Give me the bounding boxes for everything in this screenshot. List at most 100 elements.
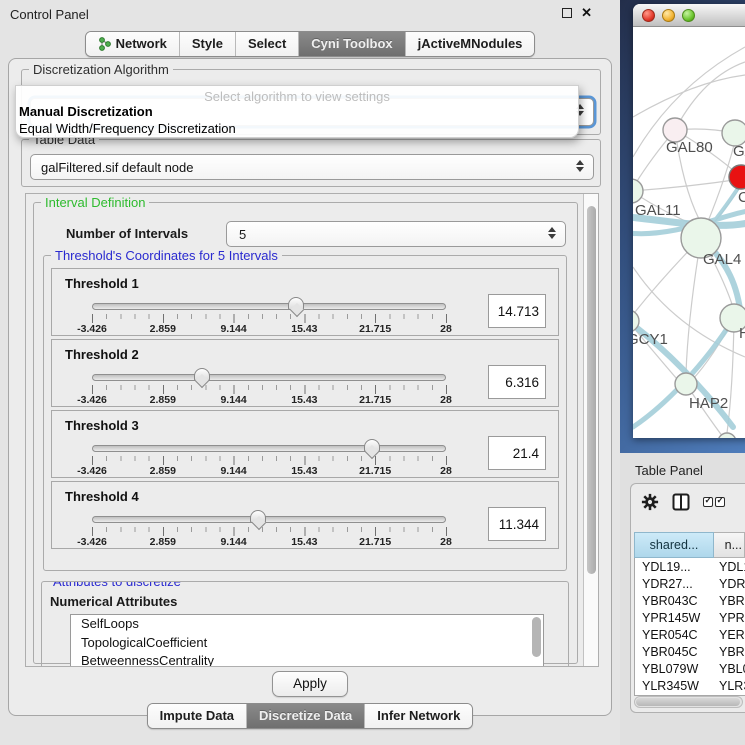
popup-option-equal-width-frequency[interactable]: Equal Width/Frequency Discretization xyxy=(19,121,236,136)
threshold-1-row: Threshold 1 -3.4262.8599.14415.4321.7152… xyxy=(51,268,559,336)
numerical-attributes-list[interactable]: SelfLoops TopologicalCoefficient Between… xyxy=(70,614,544,667)
table-row[interactable]: YER054CYER0... xyxy=(635,626,745,643)
popup-option-manual-discretization[interactable]: Manual Discretization xyxy=(19,104,153,119)
table-row[interactable]: YBL079WYBL0... xyxy=(635,660,745,677)
slider-tick-label: 15.43 xyxy=(291,465,317,477)
slider-thumb[interactable] xyxy=(194,368,210,381)
list-item-selfloops[interactable]: SelfLoops xyxy=(71,615,543,634)
slider-track[interactable] xyxy=(92,374,446,381)
scrollbar-thumb[interactable] xyxy=(587,206,596,574)
table-horizontal-scrollbar[interactable] xyxy=(634,696,743,708)
tab-cyni-toolbox[interactable]: Cyni Toolbox xyxy=(298,32,404,56)
table-row[interactable]: YPR145WYPR1... xyxy=(635,609,745,626)
threshold-3-value-field[interactable]: 21.4 xyxy=(488,436,546,470)
network-canvas[interactable]: GAL80 GA C GAL11 GAL4 GCY1 H HAP2 xyxy=(633,27,745,438)
threshold-4-slider[interactable]: -3.4262.8599.14415.4321.71528 xyxy=(92,510,446,548)
close-panel-icon[interactable]: ✕ xyxy=(581,8,592,18)
interval-definition-group: Interval Definition Number of Intervals … xyxy=(33,202,578,664)
interval-definition-group-title: Interval Definition xyxy=(41,195,149,210)
split-columns-icon[interactable] xyxy=(672,493,690,511)
table-panel-title: Table Panel xyxy=(635,463,703,478)
node-hap2[interactable] xyxy=(675,373,697,395)
gear-icon[interactable] xyxy=(641,493,659,511)
select-columns-icon[interactable] xyxy=(703,497,725,507)
threshold-1-value-field[interactable]: 14.713 xyxy=(488,294,546,328)
numerical-attributes-label: Numerical Attributes xyxy=(50,594,177,609)
list-scrollbar[interactable] xyxy=(532,617,541,657)
settings-vertical-scrollbar[interactable] xyxy=(583,194,598,666)
table-row[interactable]: YBR043CYBR0... xyxy=(635,592,745,609)
slider-thumb[interactable] xyxy=(250,510,266,523)
network-graph: GAL80 GA C GAL11 GAL4 GCY1 H HAP2 xyxy=(633,27,745,438)
tab-style[interactable]: Style xyxy=(179,32,235,56)
slider-tick-label: -3.426 xyxy=(77,536,107,548)
slider-scale-labels: -3.4262.8599.14415.4321.71528 xyxy=(92,536,446,548)
table-toolbar xyxy=(641,493,725,511)
label-c-partial: C xyxy=(738,189,745,206)
slider-major-ticks xyxy=(92,456,447,465)
slider-track[interactable] xyxy=(92,445,446,452)
tab-jactivemnodules[interactable]: jActiveMNodules xyxy=(405,32,535,56)
label-gal4: GAL4 xyxy=(703,251,741,268)
threshold-2-label: Threshold 2 xyxy=(65,347,139,362)
apply-button[interactable]: Apply xyxy=(272,671,348,697)
slider-major-ticks xyxy=(92,314,447,323)
tab-infer-network[interactable]: Infer Network xyxy=(364,704,472,728)
threshold-4-label: Threshold 4 xyxy=(65,489,139,504)
control-panel-titlebar: Control Panel ✕ xyxy=(0,0,620,28)
zoom-window-icon[interactable] xyxy=(682,9,695,22)
threshold-4-value-field[interactable]: 11.344 xyxy=(488,507,546,541)
threshold-3-slider[interactable]: -3.4262.8599.14415.4321.71528 xyxy=(92,439,446,477)
cyni-toolbox-panel: Discretization Algorithm Select algorith… xyxy=(8,58,612,716)
slider-tick-label: 28 xyxy=(440,394,452,406)
table-body[interactable]: YDL19...YDL1... YDR27...YDR2... YBR043CY… xyxy=(634,558,745,696)
table-data-combobox[interactable]: galFiltered.sif default node xyxy=(30,154,594,180)
slider-thumb[interactable] xyxy=(364,439,380,452)
tab-network[interactable]: Network xyxy=(86,32,179,56)
table-panel: Table Panel shar xyxy=(620,453,745,745)
list-item-topologicalcoefficient[interactable]: TopologicalCoefficient xyxy=(71,634,543,653)
table-data-selected-value: galFiltered.sif default node xyxy=(41,160,193,175)
number-of-intervals-spinner[interactable]: 5 xyxy=(226,221,566,247)
tab-network-label: Network xyxy=(116,36,167,51)
slider-tick-label: 21.715 xyxy=(359,465,391,477)
list-item-betweennesscentrality[interactable]: BetweennessCentrality xyxy=(71,652,543,667)
table-row[interactable]: YDL19...YDL1... xyxy=(635,558,745,575)
close-window-icon[interactable] xyxy=(642,9,655,22)
table-row[interactable]: YLR345WYLR3... xyxy=(635,677,745,694)
slider-track[interactable] xyxy=(92,303,446,310)
attributes-group-title: Attributes to discretize xyxy=(49,581,185,589)
spinner-arrows-icon xyxy=(548,227,556,239)
threshold-2-value-field[interactable]: 6.316 xyxy=(488,365,546,399)
number-of-intervals-value: 5 xyxy=(239,227,246,242)
tab-select[interactable]: Select xyxy=(235,32,298,56)
float-panel-icon[interactable] xyxy=(562,8,572,18)
node-table-card: shared... n... YDL19...YDL1... YDR27...Y… xyxy=(630,483,745,713)
network-window-titlebar[interactable] xyxy=(633,4,745,27)
slider-tick-label: 2.859 xyxy=(150,536,176,548)
tab-impute-data[interactable]: Impute Data xyxy=(148,704,246,728)
column-header-shared-name[interactable]: shared... xyxy=(634,532,714,558)
threshold-2-slider[interactable]: -3.4262.8599.14415.4321.71528 xyxy=(92,368,446,406)
threshold-2-row: Threshold 2 -3.4262.8599.14415.4321.7152… xyxy=(51,339,559,407)
table-row[interactable]: YDR27...YDR2... xyxy=(635,575,745,592)
bottom-tabstrip: Impute Data Discretize Data Infer Networ… xyxy=(0,703,620,729)
threshold-1-slider[interactable]: -3.4262.8599.14415.4321.71528 xyxy=(92,297,446,335)
slider-track[interactable] xyxy=(92,516,446,523)
scrollbar-thumb[interactable] xyxy=(636,698,740,706)
slider-tick-label: 9.144 xyxy=(220,536,246,548)
node-gal11[interactable] xyxy=(633,179,643,203)
slider-tick-label: 9.144 xyxy=(220,394,246,406)
slider-tick-label: -3.426 xyxy=(77,323,107,335)
minimize-window-icon[interactable] xyxy=(662,9,675,22)
slider-thumb[interactable] xyxy=(288,297,304,310)
slider-tick-label: 28 xyxy=(440,465,452,477)
tab-discretize-data[interactable]: Discretize Data xyxy=(246,704,364,728)
table-row[interactable]: YBR045CYBR0... xyxy=(635,643,745,660)
network-window[interactable]: GAL80 GA C GAL11 GAL4 GCY1 H HAP2 xyxy=(633,4,745,438)
threshold-4-row: Threshold 4 -3.4262.8599.14415.4321.7152… xyxy=(51,481,559,549)
column-header-name[interactable]: n... xyxy=(714,532,745,558)
slider-major-ticks xyxy=(92,385,447,394)
number-of-intervals-label: Number of Intervals xyxy=(66,226,188,241)
label-ga-partial: GA xyxy=(733,143,745,160)
